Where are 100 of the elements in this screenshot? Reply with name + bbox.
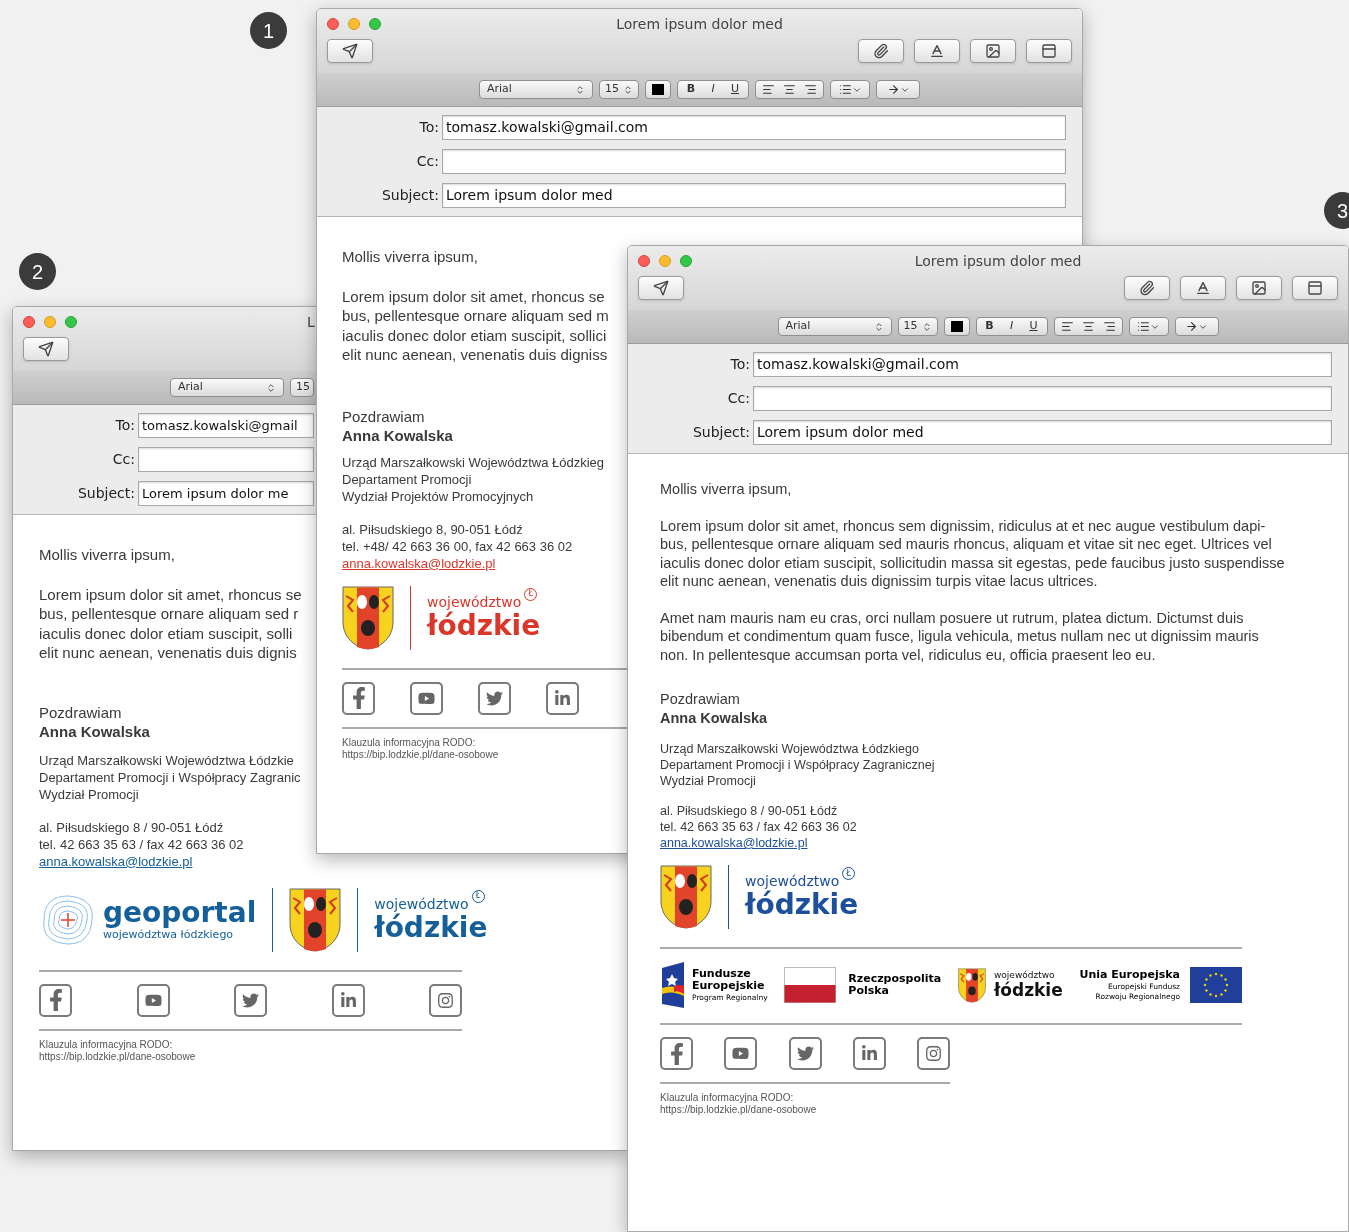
- color-swatch[interactable]: [943, 317, 970, 336]
- photo-button[interactable]: [1236, 276, 1282, 300]
- logo-divider: [357, 887, 359, 952]
- input-field[interactable]: tomasz.kowalski@gmail.com: [442, 115, 1066, 140]
- input-field[interactable]: [138, 447, 314, 472]
- instagram-icon[interactable]: [917, 1037, 950, 1070]
- align-right-icon[interactable]: [1102, 320, 1116, 333]
- input-field[interactable]: tomasz.kowalski@gmail.com: [753, 352, 1332, 377]
- youtube-icon[interactable]: [136, 983, 170, 1017]
- window-title: Lorem ipsum dolor med: [914, 251, 1082, 271]
- step-badge: 3: [1324, 192, 1349, 229]
- close-button[interactable]: [23, 316, 35, 328]
- font-select[interactable]: Arial: [170, 378, 284, 397]
- youtube-icon[interactable]: [724, 1037, 758, 1070]
- facebook-icon[interactable]: [342, 681, 375, 715]
- email-link[interactable]: anna.kowalska@lodzkie.pl: [660, 835, 808, 851]
- field-label: Subject:: [692, 423, 750, 442]
- letter-icon: [929, 43, 945, 59]
- align-left-icon[interactable]: [762, 83, 775, 96]
- signature-name: Anna Kowalska: [39, 722, 150, 742]
- logo-divider: [272, 887, 274, 952]
- input-field[interactable]: Lorem ipsum dolor me: [138, 481, 314, 506]
- bold-button[interactable]: B: [978, 318, 1001, 335]
- photo-button[interactable]: [970, 39, 1016, 63]
- indent-button[interactable]: [1174, 317, 1219, 336]
- align-left-icon[interactable]: [1060, 320, 1074, 333]
- align-center-icon[interactable]: [1081, 320, 1095, 333]
- close-button[interactable]: [327, 18, 339, 30]
- input-field[interactable]: [753, 386, 1332, 411]
- body-paragraph: Lorem ipsum dolor sit amet, rhoncus sem dignissim, ridiculus at et nec augue vestibulum dapi- bus, pellentesque ornare aliquam sed mauris rhoncus, aliquam et vitae sit nec eget. Ultrices vel iaculis donec dolor etiam suscipit, sollicitudin massa sit egestas, pede faucibus justo suspendisse elit nunc aenean, venenatis duis dignissim turpis vitae lacus ultrices.: [660, 516, 1285, 591]
- size-select[interactable]: 15: [897, 317, 938, 336]
- send-button[interactable]: [23, 337, 69, 361]
- indent-button[interactable]: [876, 80, 920, 99]
- facebook-icon[interactable]: [39, 983, 72, 1017]
- zoom-button[interactable]: [680, 255, 692, 267]
- zoom-button[interactable]: [65, 316, 77, 328]
- zoom-button[interactable]: [369, 18, 381, 30]
- email-link[interactable]: anna.kowalska@lodzkie.pl: [342, 554, 496, 572]
- step-badge: 2: [19, 253, 56, 290]
- align-center-icon[interactable]: [783, 83, 796, 96]
- send-button[interactable]: [327, 39, 373, 63]
- close-button[interactable]: [638, 255, 650, 267]
- underline-button[interactable]: U: [1022, 318, 1045, 335]
- input-field[interactable]: Lorem ipsum dolor med: [753, 420, 1332, 445]
- font-select[interactable]: Arial: [777, 317, 892, 336]
- greeting-text: Mollis viverra ipsum,: [342, 247, 478, 267]
- list-icon: [838, 83, 852, 96]
- funds-logo-icon: [660, 962, 686, 1008]
- send-button[interactable]: [638, 276, 684, 300]
- attach-button[interactable]: [858, 39, 904, 63]
- underline-button[interactable]: U: [724, 81, 746, 98]
- union-title: Unia Europejska: [1079, 968, 1180, 982]
- italic-button[interactable]: I: [702, 81, 724, 98]
- wordmark-title: łódzkie: [374, 911, 488, 944]
- youtube-icon[interactable]: [410, 681, 443, 715]
- linkedin-icon[interactable]: [852, 1037, 886, 1070]
- color-swatch[interactable]: [645, 80, 671, 99]
- input-field[interactable]: Lorem ipsum dolor med: [442, 183, 1066, 208]
- address-text: al. Piłsudskiego 8 / 90-051 Łódź tel. 42 663 35 63 / fax 42 663 36 02: [660, 803, 857, 835]
- organization-text: Urząd Marszałkowski Województwa Łódzkiego Departament Promocji i Współpracy Zagranicznej Wydział Promocji: [660, 741, 935, 789]
- template-button[interactable]: [1292, 276, 1338, 300]
- linkedin-icon[interactable]: [546, 681, 579, 715]
- facebook-icon[interactable]: [660, 1037, 693, 1070]
- stepper-icon: [575, 84, 585, 95]
- fonts-button[interactable]: [1180, 276, 1226, 300]
- wordmark-caption: województwo: [427, 593, 522, 610]
- linkedin-icon[interactable]: [331, 983, 365, 1017]
- footer-text: Klauzula informacyjna RODO: https://bip.lodzkie.pl/dane-osobowe: [39, 1038, 196, 1063]
- input-field[interactable]: [442, 149, 1066, 174]
- organization-text: Urząd Marszałkowski Województwa Łódzkieg Departament Promocji Wydział Projektów Promocyjnych: [342, 453, 605, 505]
- greeting-text: Mollis viverra ipsum,: [660, 480, 792, 499]
- size-select[interactable]: 15: [290, 378, 314, 397]
- bold-button[interactable]: B: [680, 81, 702, 98]
- flag-icon: [784, 967, 837, 1003]
- twitter-icon[interactable]: [234, 983, 267, 1017]
- list-icon: [1137, 320, 1150, 333]
- size-select[interactable]: 15: [599, 80, 639, 99]
- geoportal-caption: województwa łódzkiego: [103, 928, 235, 941]
- field-label: Cc:: [727, 389, 750, 408]
- funds-title: Europejskie: [692, 979, 766, 992]
- paperclip-icon: [873, 43, 889, 59]
- step-badge: 1: [250, 12, 287, 49]
- input-field[interactable]: tomasz.kowalski@gmail: [138, 413, 314, 438]
- font-select[interactable]: Arial: [479, 80, 593, 99]
- fonts-button[interactable]: [914, 39, 960, 63]
- instagram-icon[interactable]: [429, 983, 462, 1017]
- list-button[interactable]: [1128, 317, 1169, 336]
- template-button[interactable]: [1026, 39, 1072, 63]
- logo-divider: [410, 585, 411, 650]
- email-link[interactable]: anna.kowalska@lodzkie.pl: [39, 852, 193, 870]
- paper-plane-icon: [653, 280, 669, 296]
- field-label: To:: [115, 416, 135, 435]
- address-text: al. Piłsudskiego 8 / 90-051 Łódź tel. 42 663 35 63 / fax 42 663 36 02: [39, 818, 244, 853]
- twitter-icon[interactable]: [478, 681, 511, 715]
- twitter-icon[interactable]: [788, 1037, 822, 1070]
- wordmark-title: łódzkie: [427, 609, 541, 642]
- attach-button[interactable]: [1124, 276, 1170, 300]
- align-right-icon[interactable]: [804, 83, 817, 96]
- italic-button[interactable]: I: [1000, 318, 1023, 335]
- list-button[interactable]: [830, 80, 870, 99]
